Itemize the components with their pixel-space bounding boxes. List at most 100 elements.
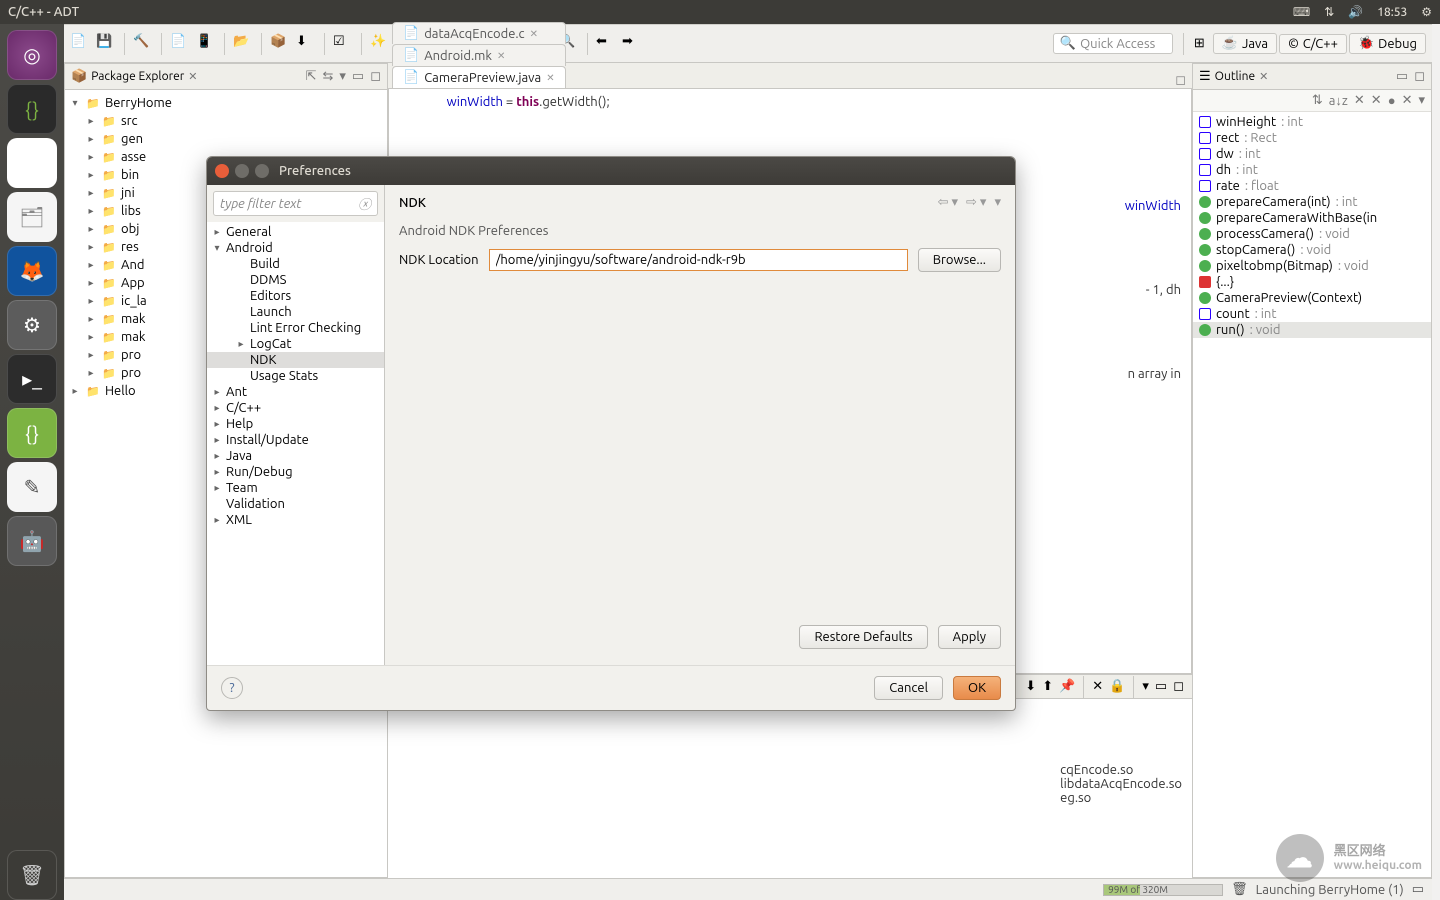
- outline-item[interactable]: dw : int: [1193, 146, 1431, 162]
- volume-icon[interactable]: 🔊: [1348, 5, 1363, 19]
- outline-item[interactable]: run() : void: [1193, 322, 1431, 338]
- minimize-icon[interactable]: ▭: [1396, 69, 1408, 84]
- pref-tree-item[interactable]: ▸Run/Debug: [207, 464, 384, 480]
- pref-tree-item[interactable]: Usage Stats: [207, 368, 384, 384]
- open-perspective-icon[interactable]: ⊞: [1194, 36, 1205, 51]
- terminal-icon[interactable]: ▸_: [7, 354, 57, 404]
- app-icon-1[interactable]: {}: [7, 84, 57, 134]
- pref-tree-item[interactable]: NDK: [207, 352, 384, 368]
- up-icon[interactable]: ⬆: [1042, 679, 1053, 694]
- clock[interactable]: 18:53: [1377, 6, 1407, 19]
- dialog-titlebar[interactable]: Preferences: [207, 157, 1015, 185]
- app-icon-2[interactable]: {}: [7, 408, 57, 458]
- trash-icon[interactable]: 🗑: [7, 850, 57, 900]
- editor-tab[interactable]: 📄dataAcqEncode.c✕: [392, 22, 566, 44]
- back-icon[interactable]: ⇦ ▾: [938, 195, 958, 210]
- doc-icon[interactable]: 📄: [170, 34, 190, 54]
- sort-icon[interactable]: ⇅: [1312, 93, 1323, 108]
- maximize-icon[interactable]: ◻: [1414, 69, 1425, 84]
- ok-button[interactable]: OK: [953, 676, 1001, 700]
- firefox-icon[interactable]: 🦊: [7, 246, 57, 296]
- hammer-icon[interactable]: 🔨: [133, 34, 153, 54]
- outline-list[interactable]: winHeight : intrect : Rectdw : intdh : i…: [1193, 112, 1431, 877]
- pref-tree-item[interactable]: ▸XML: [207, 512, 384, 528]
- outline-item[interactable]: pixeltobmp(Bitmap) : void: [1193, 258, 1431, 274]
- outline-item[interactable]: winHeight : int: [1193, 114, 1431, 130]
- perspective-debug[interactable]: 🐞Debug: [1349, 33, 1426, 54]
- clear-icon[interactable]: ✕: [1092, 679, 1103, 694]
- close-icon[interactable]: ✕: [1259, 70, 1268, 83]
- hide-nonpublic-icon[interactable]: ●: [1388, 93, 1396, 108]
- menu-icon[interactable]: ▾: [339, 69, 346, 84]
- menu-icon[interactable]: ▾: [994, 195, 1001, 210]
- filter-input[interactable]: type filter text ⓧ: [213, 191, 378, 216]
- outline-item[interactable]: rect : Rect: [1193, 130, 1431, 146]
- gc-icon[interactable]: 🗑: [1231, 882, 1248, 897]
- pref-tree-item[interactable]: Build: [207, 256, 384, 272]
- forward-icon[interactable]: ⇨ ▾: [966, 195, 986, 210]
- clear-icon[interactable]: ⓧ: [358, 194, 371, 213]
- cancel-button[interactable]: Cancel: [874, 676, 943, 700]
- outline-item[interactable]: dh : int: [1193, 162, 1431, 178]
- pref-tree-item[interactable]: ▸C/C++: [207, 400, 384, 416]
- maximize-icon[interactable]: ◻: [1173, 679, 1184, 694]
- hide-local-icon[interactable]: ✕: [1402, 93, 1413, 108]
- sdk-icon[interactable]: ⬇: [296, 34, 316, 54]
- wand-icon[interactable]: ✨: [370, 34, 390, 54]
- pref-tree-item[interactable]: Validation: [207, 496, 384, 512]
- browse-button[interactable]: Browse...: [918, 248, 1001, 272]
- perspective-cpp[interactable]: ©C/C++: [1279, 34, 1347, 54]
- tree-project[interactable]: ▾📁BerryHome: [65, 94, 387, 112]
- console-select-icon[interactable]: ▾: [1142, 679, 1149, 694]
- down-icon[interactable]: ⬇: [1025, 679, 1036, 694]
- android-manager-icon[interactable]: 📱: [196, 34, 216, 54]
- editor-tab[interactable]: 📄Android.mk✕: [392, 44, 566, 66]
- outline-item[interactable]: {...}: [1193, 274, 1431, 290]
- editor-tab[interactable]: 📄CameraPreview.java✕: [392, 66, 566, 88]
- outline-item[interactable]: stopCamera() : void: [1193, 242, 1431, 258]
- outline-item[interactable]: processCamera() : void: [1193, 226, 1431, 242]
- minimize-icon[interactable]: ▭: [1155, 679, 1167, 694]
- minimize-icon[interactable]: ▭: [352, 69, 364, 84]
- heap-status[interactable]: 99M of 320M: [1103, 884, 1223, 896]
- dash-icon[interactable]: ◎: [7, 30, 57, 80]
- link-icon[interactable]: ⇆: [322, 69, 333, 84]
- files-icon[interactable]: 🗂: [7, 192, 57, 242]
- pref-tree-item[interactable]: ▸Java: [207, 448, 384, 464]
- close-icon[interactable]: ✕: [188, 70, 197, 83]
- save-icon[interactable]: 💾: [96, 34, 116, 54]
- preferences-tree-list[interactable]: ▸General▾AndroidBuildDDMSEditorsLaunchLi…: [207, 222, 384, 665]
- package-icon[interactable]: 📦: [270, 34, 290, 54]
- pref-tree-item[interactable]: ▸LogCat: [207, 336, 384, 352]
- outline-item[interactable]: prepareCameraWithBase(in: [1193, 210, 1431, 226]
- pref-tree-item[interactable]: ▸General: [207, 224, 384, 240]
- pref-tree-item[interactable]: DDMS: [207, 272, 384, 288]
- back-icon[interactable]: ⬅: [596, 34, 616, 54]
- help-icon[interactable]: ?: [221, 677, 243, 699]
- network-icon[interactable]: ⇅: [1324, 5, 1334, 19]
- close-icon[interactable]: [215, 164, 229, 178]
- hide-static-icon[interactable]: ✕: [1371, 93, 1382, 108]
- text-editor-icon[interactable]: ✎: [7, 462, 57, 512]
- menu-icon[interactable]: ▾: [1418, 93, 1425, 108]
- perspective-java[interactable]: ☕Java: [1213, 33, 1277, 54]
- pin-icon[interactable]: 📌: [1059, 679, 1075, 694]
- pref-tree-item[interactable]: ▸Team: [207, 480, 384, 496]
- filter-icon[interactable]: a↓z: [1329, 93, 1348, 108]
- ndk-location-input[interactable]: [489, 249, 908, 271]
- new-icon[interactable]: 📄: [70, 34, 90, 54]
- console-view[interactable]: cqEncode.so libdataAcqEncode.so eg.so: [388, 698, 1192, 878]
- outline-item[interactable]: CameraPreview(Context): [1193, 290, 1431, 306]
- hide-fields-icon[interactable]: ✕: [1354, 93, 1365, 108]
- maximize-icon[interactable]: ◻: [370, 69, 381, 84]
- outline-item[interactable]: prepareCamera(int) : int: [1193, 194, 1431, 210]
- quick-access[interactable]: 🔍 Quick Access: [1053, 33, 1173, 54]
- pref-tree-item[interactable]: ▸Install/Update: [207, 432, 384, 448]
- pref-tree-item[interactable]: ▸Help: [207, 416, 384, 432]
- pref-tree-item[interactable]: ▸Ant: [207, 384, 384, 400]
- check-icon[interactable]: ☑: [333, 34, 353, 54]
- keyboard-icon[interactable]: ⌨: [1293, 5, 1310, 19]
- chrome-icon[interactable]: ◉: [7, 138, 57, 188]
- lock-icon[interactable]: 🔒: [1109, 679, 1125, 694]
- outline-item[interactable]: count : int: [1193, 306, 1431, 322]
